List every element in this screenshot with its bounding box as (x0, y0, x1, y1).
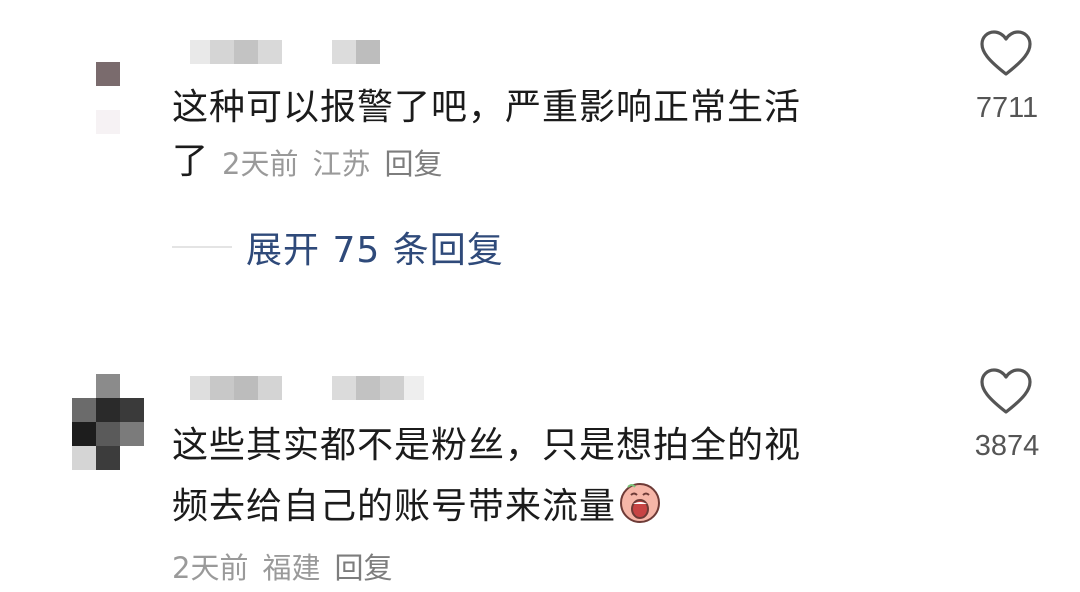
comment-text-line-2-text: 频去给自己的账号带来流量 (172, 486, 617, 527)
comment-text-line-2: 频去给自己的账号带来流量 (172, 480, 662, 533)
crying-face-emoji (620, 483, 661, 523)
reply-button[interactable]: 回复 (334, 551, 392, 585)
username-blurred[interactable] (190, 376, 424, 400)
comment-meta: 2天前 福建 回复 (172, 550, 392, 586)
like-count: 3874 (974, 430, 1040, 462)
comment-text-line-1: 这些其实都不是粉丝，只是想拍全的视 (172, 425, 802, 466)
comment-item: 这些其实都不是粉丝，只是想拍全的视 频去给自己的账号带来流量 2天前 福建 回复 3… (0, 0, 1080, 592)
comment-location: 福建 (262, 551, 321, 585)
comment-time: 2天前 (172, 551, 249, 585)
heart-outline-icon[interactable] (978, 366, 1034, 418)
avatar[interactable] (72, 374, 168, 470)
